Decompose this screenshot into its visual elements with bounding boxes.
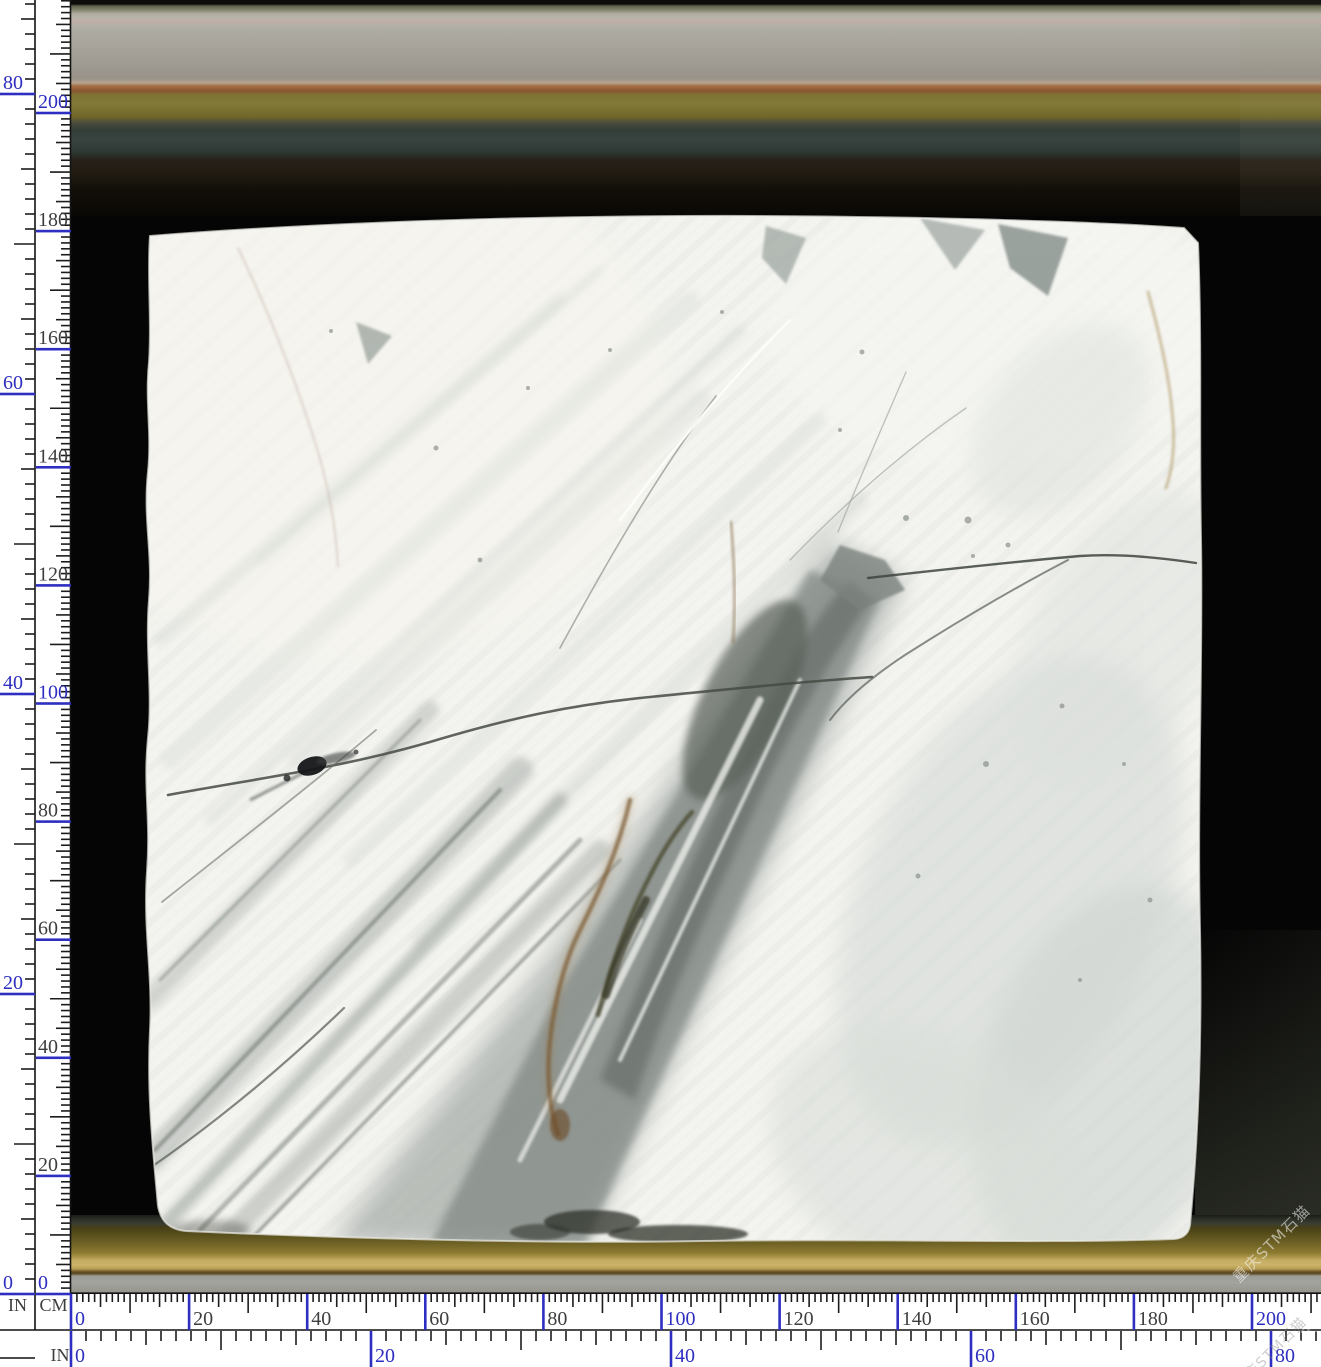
ruler-labels: 0204060801001201401601802000204060800204…	[0, 72, 1295, 1367]
ruler-ticks	[14, 1, 1317, 1350]
svg-text:0: 0	[75, 1345, 85, 1367]
svg-text:60: 60	[3, 372, 23, 394]
svg-text:20: 20	[193, 1308, 213, 1330]
svg-text:100: 100	[666, 1308, 696, 1330]
svg-text:0: 0	[38, 1272, 48, 1294]
svg-text:120: 120	[784, 1308, 814, 1330]
svg-text:20: 20	[38, 1154, 58, 1176]
svg-text:80: 80	[1275, 1345, 1295, 1367]
svg-text:80: 80	[3, 72, 23, 94]
svg-text:180: 180	[38, 209, 68, 231]
svg-text:40: 40	[38, 1036, 58, 1058]
svg-text:40: 40	[3, 672, 23, 694]
svg-text:60: 60	[38, 918, 58, 940]
svg-text:0: 0	[75, 1308, 85, 1330]
svg-text:60: 60	[975, 1345, 995, 1367]
measurement-rulers: 0204060801001201401601802000204060800204…	[0, 0, 1321, 1367]
svg-text:20: 20	[3, 972, 23, 994]
svg-text:180: 180	[1138, 1308, 1168, 1330]
svg-text:80: 80	[38, 800, 58, 822]
svg-text:40: 40	[311, 1308, 331, 1330]
svg-text:20: 20	[375, 1345, 395, 1367]
svg-text:120: 120	[38, 563, 68, 585]
svg-text:0: 0	[3, 1272, 13, 1294]
svg-text:60: 60	[429, 1308, 449, 1330]
svg-text:CM: CM	[39, 1295, 67, 1315]
svg-text:140: 140	[902, 1308, 932, 1330]
svg-text:IN: IN	[8, 1295, 27, 1315]
svg-text:140: 140	[38, 445, 68, 467]
svg-text:IN: IN	[51, 1345, 70, 1365]
svg-text:100: 100	[38, 682, 68, 704]
svg-text:160: 160	[38, 327, 68, 349]
svg-text:40: 40	[675, 1345, 695, 1367]
svg-text:80: 80	[547, 1308, 567, 1330]
ruler-frame	[0, 0, 1321, 1358]
svg-text:160: 160	[1020, 1308, 1050, 1330]
svg-text:200: 200	[1256, 1308, 1286, 1330]
slab-scan-viewport: 0204060801001201401601802000204060800204…	[0, 0, 1321, 1367]
svg-text:200: 200	[38, 91, 68, 113]
